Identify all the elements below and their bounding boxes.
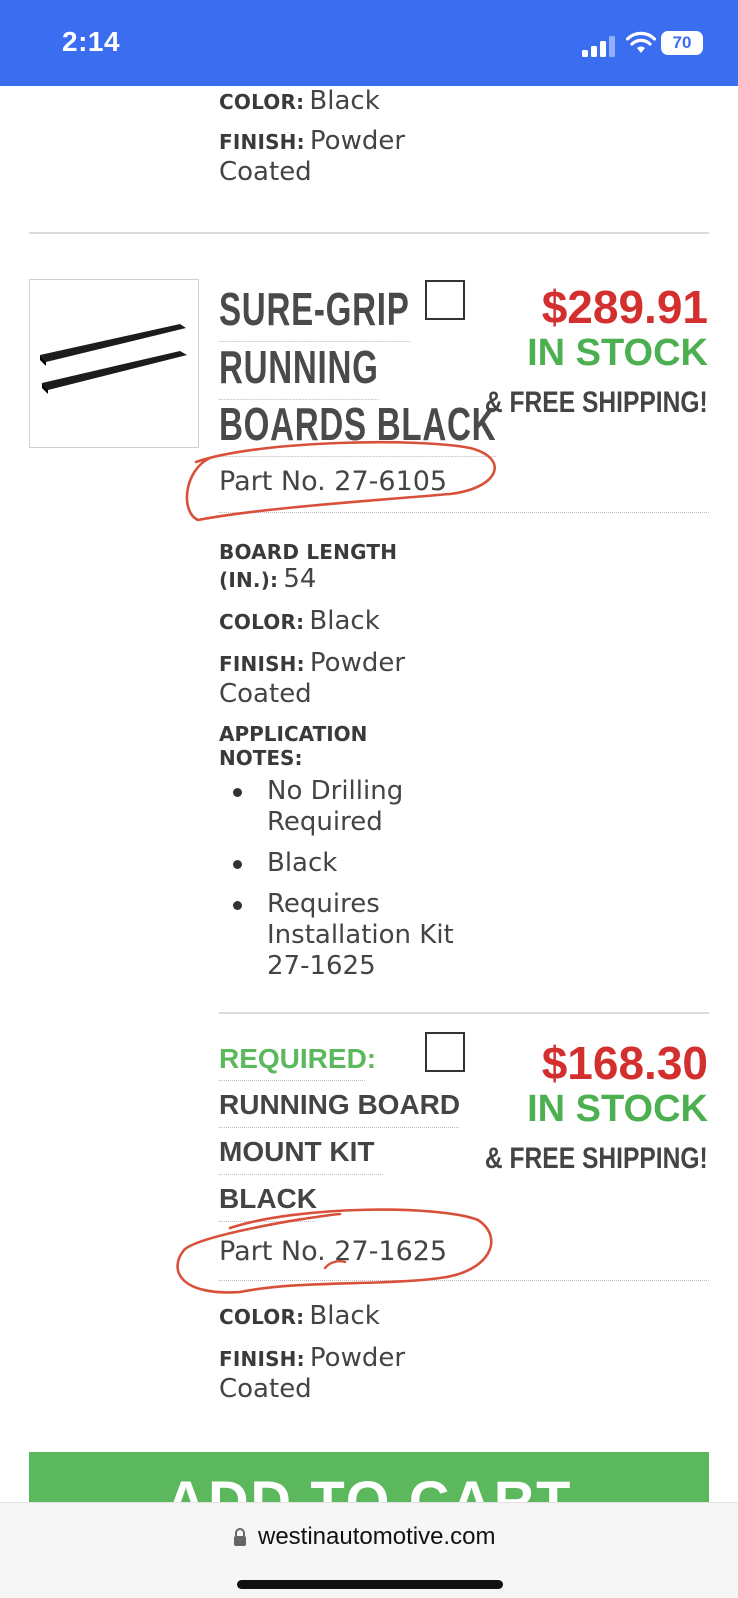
browser-url-bar[interactable]: westinautomotive.com <box>0 1502 738 1598</box>
dotted-underline <box>219 1221 315 1222</box>
product-title-line[interactable]: MOUNT KIT <box>219 1136 375 1168</box>
battery-icon: 70 <box>661 31 703 55</box>
dotted-underline <box>219 1080 365 1081</box>
stock-status: IN STOCK <box>527 332 708 374</box>
application-notes: APPLICATION NOTES: No Drilling Required Bl… <box>219 722 459 992</box>
select-checkbox[interactable] <box>425 1032 465 1072</box>
product-title-line[interactable]: SURE-GRIP <box>219 282 410 342</box>
color-value: Black <box>309 1301 380 1331</box>
finish-value-cont: Coated <box>219 1374 312 1404</box>
color-label: COLOR: <box>219 610 305 634</box>
finish-value: Powder <box>309 648 406 678</box>
product-thumbnail[interactable] <box>29 279 199 448</box>
finish-label: FINISH: <box>219 652 305 676</box>
product-title-line[interactable]: RUNNING BOARD <box>219 1089 460 1121</box>
dotted-divider <box>219 1280 709 1281</box>
board-length-row: BOARD LENGTH (IN.): 54 <box>219 540 449 595</box>
color-label: COLOR: <box>219 1305 305 1329</box>
board-length-value: 54 <box>283 564 317 594</box>
color-row: COLOR: Black <box>219 1301 449 1332</box>
color-row: COLOR: Black <box>219 606 449 637</box>
signal-icon <box>582 36 615 57</box>
finish-value: Powder <box>309 126 406 156</box>
finish-label: FINISH: <box>219 1347 305 1371</box>
prev-finish-row: FINISH: Powder Coated <box>219 126 449 188</box>
color-value: Black <box>309 606 380 636</box>
required-label: REQUIRED: <box>219 1043 377 1074</box>
finish-value: Powder <box>309 1343 406 1373</box>
url-text[interactable]: westinautomotive.com <box>258 1523 495 1551</box>
color-label: COLOR: <box>219 90 305 114</box>
product-title-line[interactable]: BOARDS BLACK <box>219 397 497 457</box>
dotted-divider <box>219 512 709 513</box>
notes-label: APPLICATION NOTES: <box>219 722 368 770</box>
color-value: Black <box>309 86 380 116</box>
finish-value-cont: Coated <box>219 679 312 709</box>
divider <box>219 1012 709 1014</box>
notes-list: No Drilling Required Black Requires Instal… <box>219 776 459 982</box>
wifi-icon <box>626 31 656 53</box>
shipping-note: & FREE SHIPPING! <box>485 386 708 419</box>
running-boards-image <box>40 324 187 394</box>
product-title-line[interactable]: BLACK <box>219 1183 317 1215</box>
product-title-line[interactable]: RUNNING <box>219 340 379 400</box>
price: $289.91 <box>541 281 708 333</box>
home-indicator[interactable] <box>237 1580 503 1589</box>
battery-level: 70 <box>672 33 692 52</box>
part-number: Part No. 27-1625 <box>219 1236 448 1267</box>
list-item: Requires Installation Kit 27-1625 <box>219 889 459 982</box>
select-checkbox[interactable] <box>425 280 465 320</box>
shipping-note: & FREE SHIPPING! <box>485 1142 708 1175</box>
finish-label: FINISH: <box>219 130 305 154</box>
clock: 2:14 <box>62 26 121 57</box>
price: $168.30 <box>541 1037 708 1089</box>
part-number: Part No. 27-6105 <box>219 466 448 497</box>
list-item: Black <box>219 848 459 879</box>
divider <box>29 232 709 234</box>
lock-icon <box>234 1528 246 1546</box>
list-item: No Drilling Required <box>219 776 459 838</box>
finish-row: FINISH: Powder Coated <box>219 648 449 710</box>
stock-status: IN STOCK <box>527 1088 708 1130</box>
status-bar: 2:14 70 <box>0 0 738 86</box>
finish-value-cont: Coated <box>219 157 312 187</box>
dotted-underline <box>219 1127 459 1128</box>
dotted-underline <box>219 1174 383 1175</box>
board-length-label-cont: (IN.): <box>219 568 279 592</box>
prev-color-row: COLOR: Black <box>219 86 449 117</box>
finish-row: FINISH: Powder Coated <box>219 1343 449 1405</box>
board-length-label: BOARD LENGTH <box>219 540 398 564</box>
